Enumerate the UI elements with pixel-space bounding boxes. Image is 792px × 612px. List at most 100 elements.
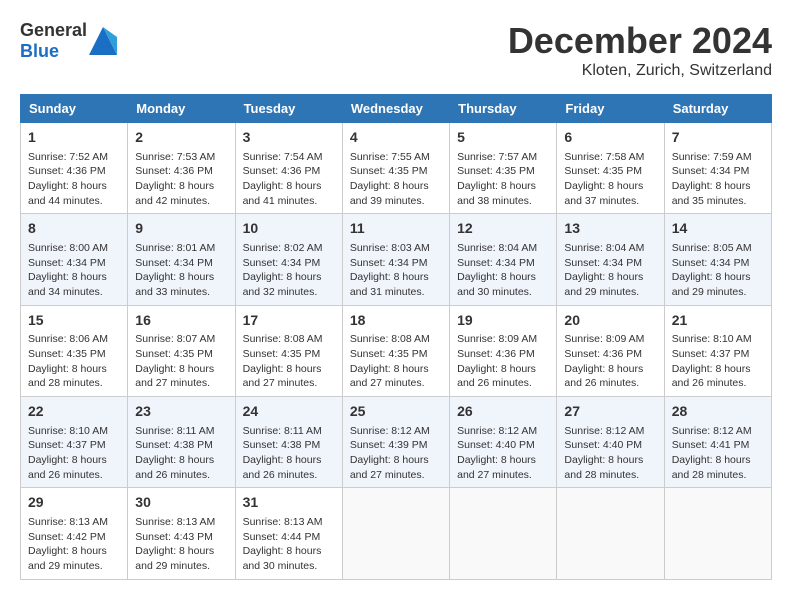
daylight-text: Daylight: 8 hours and 29 minutes.: [28, 545, 107, 572]
sunset-text: Sunset: 4:35 PM: [564, 165, 642, 177]
header-saturday: Saturday: [664, 95, 771, 123]
calendar-cell: 23Sunrise: 8:11 AMSunset: 4:38 PMDayligh…: [128, 397, 235, 488]
calendar-cell: 10Sunrise: 8:02 AMSunset: 4:34 PMDayligh…: [235, 214, 342, 305]
calendar-cell: 25 Sunrise: 8:12 AM Sunset: 4:39 PM Dayligh…: [342, 397, 449, 488]
sunset-text: Sunset: 4:35 PM: [350, 348, 428, 360]
sunset-text: Sunset: 4:36 PM: [457, 348, 535, 360]
header-wednesday: Wednesday: [342, 95, 449, 123]
calendar-cell: 9 Sunrise: 8:01 AM Sunset: 4:34 PM Daylight…: [128, 214, 235, 305]
sunset-text: Sunset: 4:34 PM: [564, 257, 642, 269]
calendar-cell: 15Sunrise: 8:06 AMSunset: 4:35 PMDayligh…: [21, 305, 128, 396]
sunset-text: Sunset: 4:40 PM: [564, 439, 642, 451]
calendar-cell: 19Sunrise: 8:09 AMSunset: 4:36 PMDayligh…: [450, 305, 557, 396]
sunrise-text: Sunrise: 8:13 AM: [243, 516, 323, 528]
header-thursday: Thursday: [450, 95, 557, 123]
sunrise-text: Sunrise: 7:55 AM: [350, 151, 430, 163]
day-number: 11: [350, 219, 442, 239]
sunrise-text: Sunrise: 8:01 AM: [135, 242, 215, 254]
sunrise-text: Sunrise: 8:00 AM: [28, 242, 108, 254]
calendar-cell: 28Sunrise: 8:12 AMSunset: 4:41 PMDayligh…: [664, 397, 771, 488]
daylight-text: Daylight: 8 hours and 33 minutes.: [135, 271, 214, 298]
day-number: 19: [457, 311, 549, 331]
daylight-text: Daylight: 8 hours and 37 minutes.: [564, 180, 643, 207]
sunset-text: Sunset: 4:36 PM: [243, 165, 321, 177]
calendar-cell: 12Sunrise: 8:04 AMSunset: 4:34 PMDayligh…: [450, 214, 557, 305]
sunset-text: Sunset: 4:35 PM: [28, 348, 106, 360]
logo-blue: Blue: [20, 41, 59, 61]
sunrise-text: Sunrise: 7:53 AM: [135, 151, 215, 163]
daylight-text: Daylight: 8 hours and 31 minutes.: [350, 271, 429, 298]
sunset-text: Sunset: 4:38 PM: [135, 439, 213, 451]
daylight-text: Daylight: 8 hours and 27 minutes.: [135, 363, 214, 390]
sunrise-text: Sunrise: 8:12 AM: [350, 425, 430, 437]
sunrise-text: Sunrise: 7:59 AM: [672, 151, 752, 163]
calendar-week-2: 15Sunrise: 8:06 AMSunset: 4:35 PMDayligh…: [21, 305, 772, 396]
sunset-text: Sunset: 4:39 PM: [350, 439, 428, 451]
calendar-week-4: 29Sunrise: 8:13 AMSunset: 4:42 PMDayligh…: [21, 488, 772, 579]
sunset-text: Sunset: 4:34 PM: [243, 257, 321, 269]
calendar-cell: 18Sunrise: 8:08 AMSunset: 4:35 PMDayligh…: [342, 305, 449, 396]
sunset-text: Sunset: 4:34 PM: [135, 257, 213, 269]
sunrise-text: Sunrise: 8:05 AM: [672, 242, 752, 254]
day-number: 5: [457, 128, 549, 148]
calendar-cell: 14Sunrise: 8:05 AMSunset: 4:34 PMDayligh…: [664, 214, 771, 305]
calendar-cell: 16Sunrise: 8:07 AMSunset: 4:35 PMDayligh…: [128, 305, 235, 396]
sunset-text: Sunset: 4:44 PM: [243, 531, 321, 543]
sunset-text: Sunset: 4:36 PM: [135, 165, 213, 177]
day-number: 24: [243, 402, 335, 422]
daylight-text: Daylight: 8 hours and 30 minutes.: [457, 271, 536, 298]
calendar-week-3: 22Sunrise: 8:10 AMSunset: 4:37 PMDayligh…: [21, 397, 772, 488]
daylight-text: Daylight: 8 hours and 35 minutes.: [672, 180, 751, 207]
daylight-text: Daylight: 8 hours and 26 minutes.: [457, 363, 536, 390]
day-number: 29: [28, 493, 120, 513]
calendar-week-0: 1Sunrise: 7:52 AMSunset: 4:36 PMDaylight…: [21, 123, 772, 214]
calendar-cell: 29Sunrise: 8:13 AMSunset: 4:42 PMDayligh…: [21, 488, 128, 579]
day-number: 18: [350, 311, 442, 331]
day-number: 9: [135, 219, 227, 239]
calendar-cell: 30Sunrise: 8:13 AMSunset: 4:43 PMDayligh…: [128, 488, 235, 579]
day-number: 25: [350, 402, 442, 422]
sunrise-text: Sunrise: 8:04 AM: [457, 242, 537, 254]
sunset-text: Sunset: 4:43 PM: [135, 531, 213, 543]
daylight-text: Daylight: 8 hours and 34 minutes.: [28, 271, 107, 298]
day-number: 26: [457, 402, 549, 422]
sunrise-text: Sunrise: 8:10 AM: [672, 333, 752, 345]
sunrise-text: Sunrise: 8:13 AM: [135, 516, 215, 528]
day-number: 17: [243, 311, 335, 331]
daylight-text: Daylight: 8 hours and 26 minutes.: [28, 454, 107, 481]
daylight-text: Daylight: 8 hours and 27 minutes.: [350, 454, 429, 481]
daylight-text: Daylight: 8 hours and 28 minutes.: [672, 454, 751, 481]
calendar-cell: 31Sunrise: 8:13 AMSunset: 4:44 PMDayligh…: [235, 488, 342, 579]
day-number: 28: [672, 402, 764, 422]
daylight-text: Daylight: 8 hours and 28 minutes.: [28, 363, 107, 390]
logo-icon: [89, 27, 117, 55]
logo-general: General: [20, 20, 87, 40]
sunrise-text: Sunrise: 7:58 AM: [564, 151, 644, 163]
calendar-cell: 17Sunrise: 8:08 AMSunset: 4:35 PMDayligh…: [235, 305, 342, 396]
sunrise-text: Sunrise: 7:52 AM: [28, 151, 108, 163]
daylight-text: Daylight: 8 hours and 27 minutes.: [350, 363, 429, 390]
day-number: 12: [457, 219, 549, 239]
daylight-text: Daylight: 8 hours and 39 minutes.: [350, 180, 429, 207]
sunset-text: Sunset: 4:35 PM: [135, 348, 213, 360]
day-number: 15: [28, 311, 120, 331]
calendar-cell: 26Sunrise: 8:12 AMSunset: 4:40 PMDayligh…: [450, 397, 557, 488]
calendar-cell: 20Sunrise: 8:09 AMSunset: 4:36 PMDayligh…: [557, 305, 664, 396]
month-title: December 2024: [508, 20, 772, 62]
day-number: 10: [243, 219, 335, 239]
calendar-cell: 2Sunrise: 7:53 AMSunset: 4:36 PMDaylight…: [128, 123, 235, 214]
day-number: 23: [135, 402, 227, 422]
calendar-cell: 13Sunrise: 8:04 AMSunset: 4:34 PMDayligh…: [557, 214, 664, 305]
sunset-text: Sunset: 4:41 PM: [672, 439, 750, 451]
calendar-cell: 11Sunrise: 8:03 AMSunset: 4:34 PMDayligh…: [342, 214, 449, 305]
sunset-text: Sunset: 4:37 PM: [672, 348, 750, 360]
calendar-cell: [557, 488, 664, 579]
sunset-text: Sunset: 4:34 PM: [28, 257, 106, 269]
sunrise-text: Sunrise: 8:09 AM: [564, 333, 644, 345]
daylight-text: Daylight: 8 hours and 26 minutes.: [243, 454, 322, 481]
sunrise-text: Sunrise: 8:11 AM: [135, 425, 214, 437]
daylight-text: Daylight: 8 hours and 26 minutes.: [564, 363, 643, 390]
sunrise-text: Sunrise: 8:13 AM: [28, 516, 108, 528]
day-number: 21: [672, 311, 764, 331]
calendar-cell: [342, 488, 449, 579]
